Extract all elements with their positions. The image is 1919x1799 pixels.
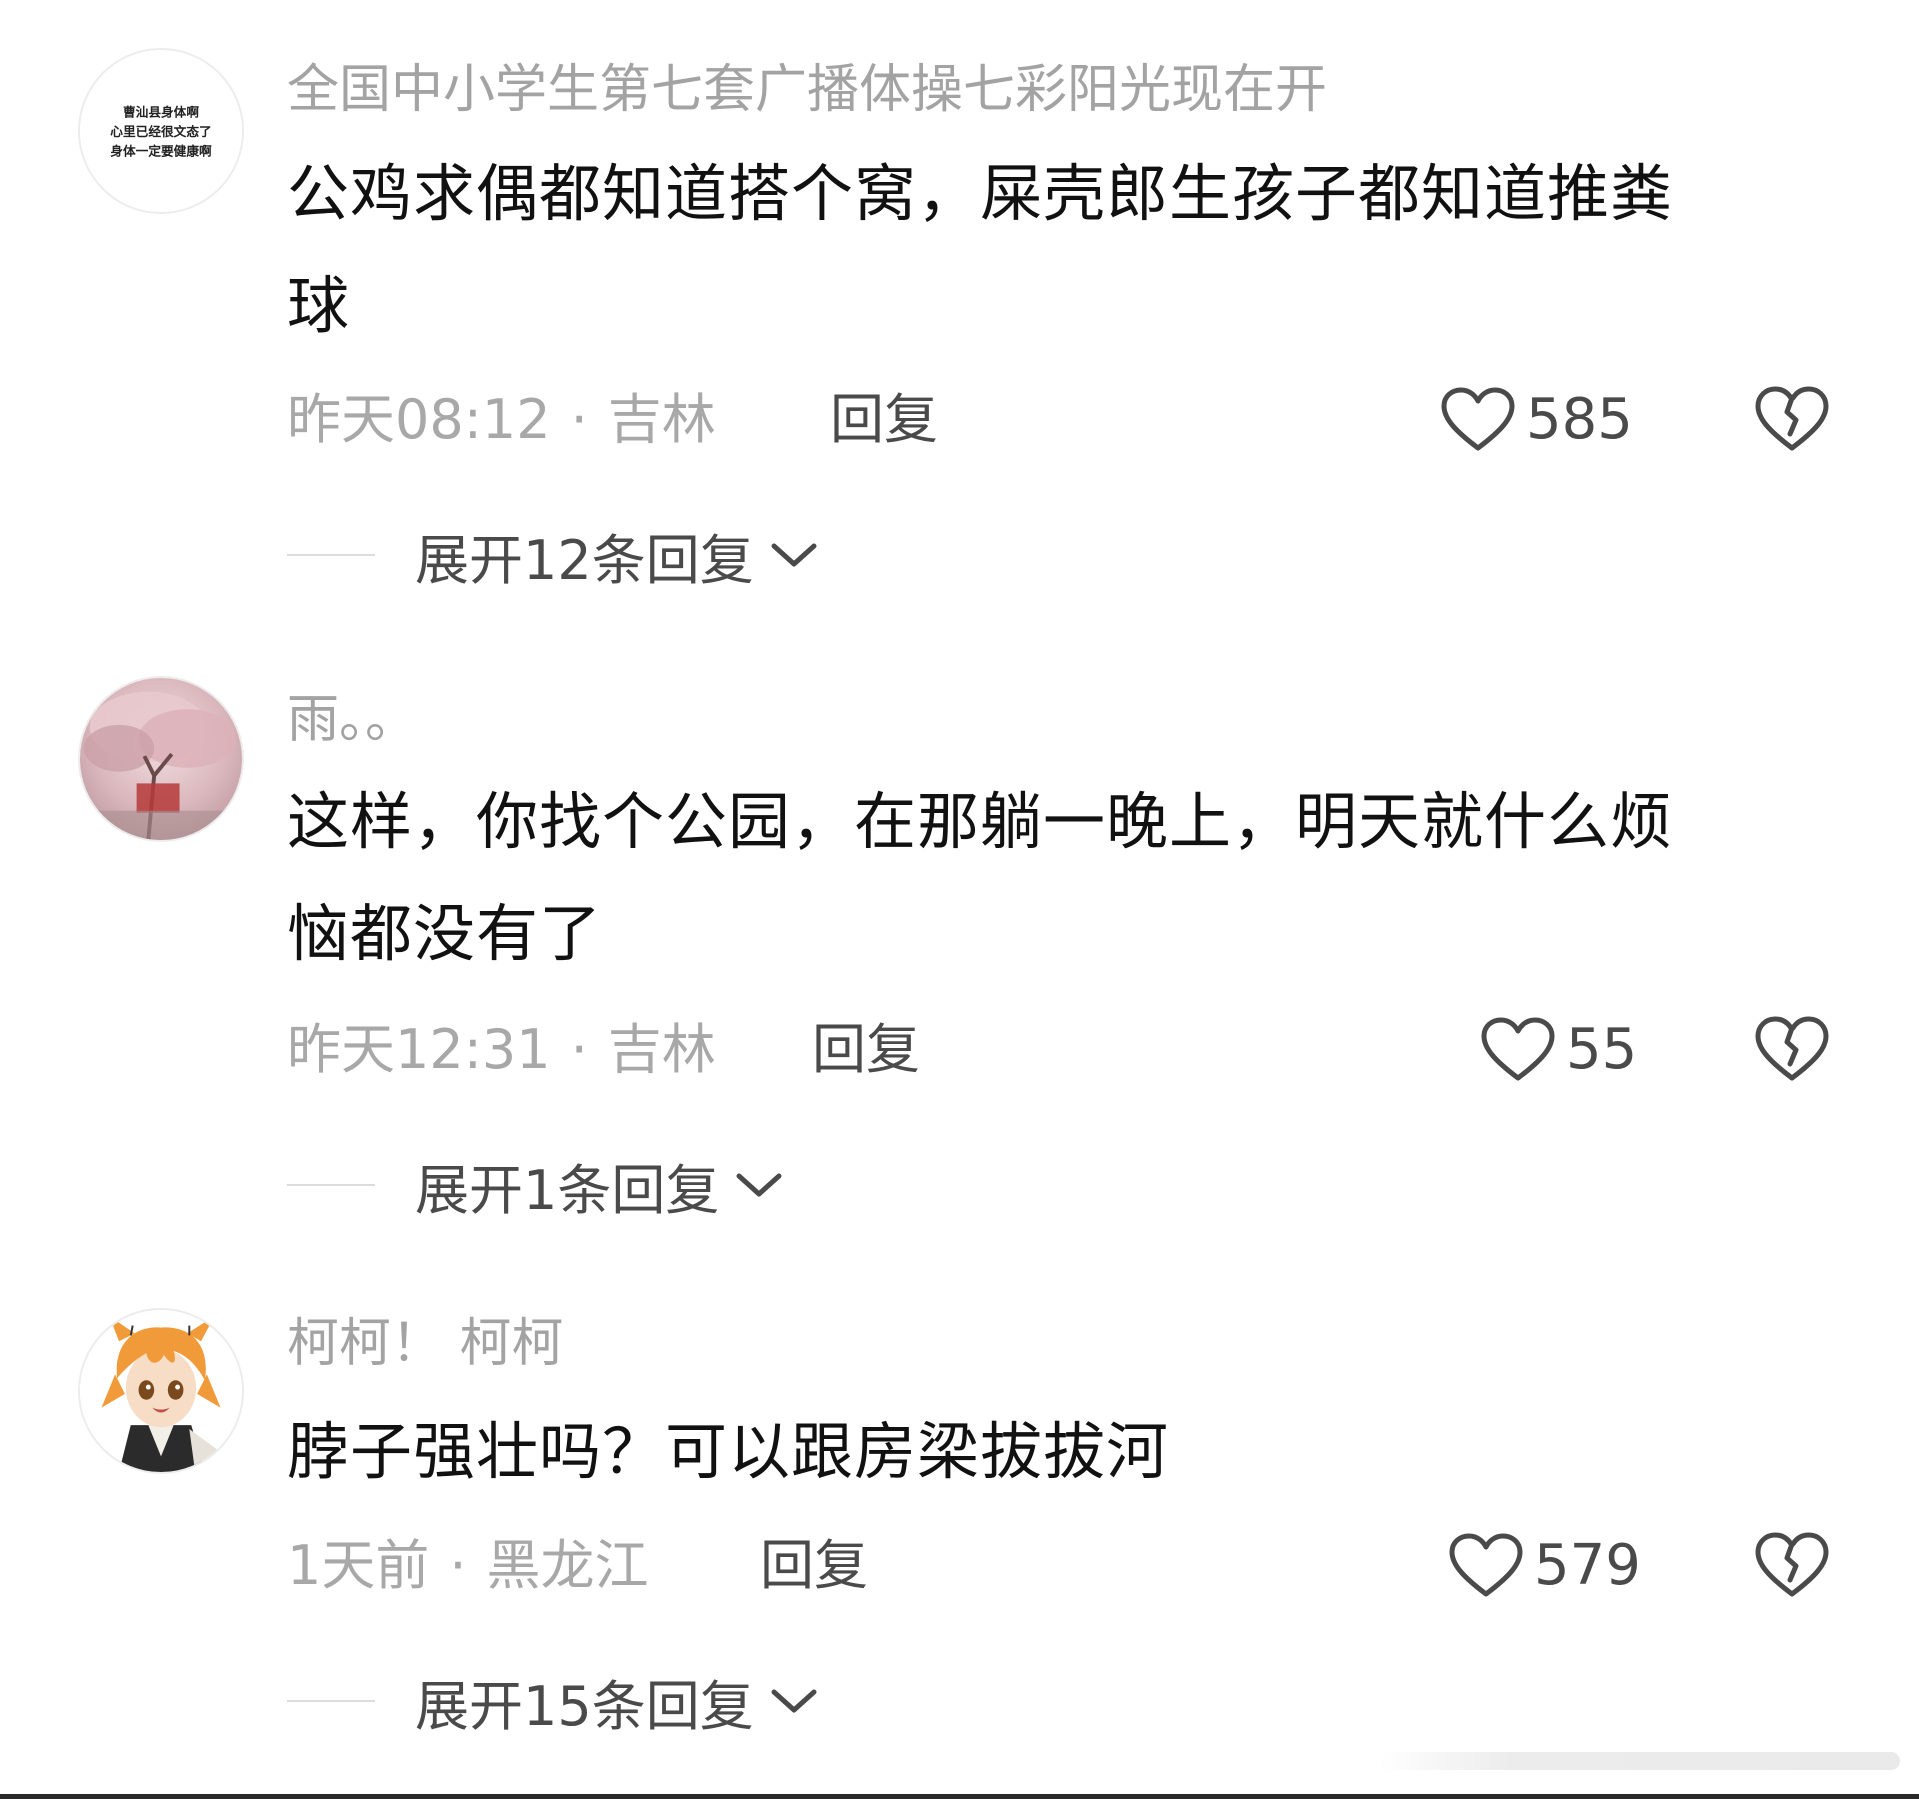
comment-time: 1天前 xyxy=(287,1534,430,1597)
username[interactable]: 柯柯！ 柯柯 xyxy=(287,1312,564,1376)
avatar-text-line: 心里已经很文态了 xyxy=(110,124,211,139)
expand-replies-label: 展开1条回复 xyxy=(415,1158,720,1222)
expand-replies-label: 展开12条回复 xyxy=(415,528,754,592)
comment-text: 这样，你找个公园，在那躺一晚上，明天就什么烦 恼都没有了 xyxy=(287,766,1847,990)
meta-separator: · xyxy=(570,388,588,451)
text-logo-avatar: 曹汕县身体啊 心里已经很文态了 身体一定要健康啊 xyxy=(80,50,242,212)
avatar-text-line: 身体一定要健康啊 xyxy=(110,143,212,158)
broken-heart-icon xyxy=(1755,1016,1829,1081)
expand-replies-row: 展开15条回复 xyxy=(287,1666,820,1738)
meta-separator: · xyxy=(570,1018,588,1081)
expand-replies-button[interactable]: 展开15条回复 xyxy=(415,1662,820,1741)
like-count: 579 xyxy=(1534,1533,1641,1598)
divider-line xyxy=(287,1184,375,1186)
avatar[interactable] xyxy=(78,676,244,842)
cherry-blossom-photo xyxy=(80,678,242,840)
chevron-down-icon xyxy=(771,543,817,567)
scroll-indicator xyxy=(1380,1752,1900,1770)
comment-text-line: 公鸡求偶都知道搭个窝，屎壳郎生孩子都知道推粪 xyxy=(287,157,1674,230)
expand-replies-label: 展开15条回复 xyxy=(415,1674,754,1738)
bottom-border xyxy=(0,1794,1919,1799)
divider-line xyxy=(287,554,375,556)
avatar[interactable]: 曹汕县身体啊 心里已经很文态了 身体一定要健康啊 xyxy=(78,48,244,214)
comment-text: 脖子强壮吗？可以跟房梁拔拔河 xyxy=(287,1396,1847,1508)
comment-text-line: 脖子强壮吗？可以跟房梁拔拔河 xyxy=(287,1415,1170,1488)
comment-meta: 昨天08:12 · 吉林 xyxy=(287,388,716,452)
like-button[interactable]: 55 xyxy=(1480,1010,1637,1090)
expand-replies-button[interactable]: 展开12条回复 xyxy=(415,516,820,595)
comment-location: 黑龙江 xyxy=(486,1534,649,1597)
like-button[interactable]: 579 xyxy=(1448,1526,1641,1606)
comment-time: 昨天12:31 xyxy=(287,1018,551,1081)
avatar[interactable] xyxy=(78,1308,244,1474)
heart-outline-icon xyxy=(1441,387,1515,451)
comment-time: 昨天08:12 xyxy=(287,388,551,451)
chevron-down-icon xyxy=(736,1173,782,1197)
avatar-text-line: 曹汕县身体啊 xyxy=(123,104,199,119)
comment-text-line: 恼都没有了 xyxy=(287,897,603,970)
meta-separator: · xyxy=(449,1534,467,1597)
divider-line xyxy=(287,1700,375,1702)
comment-meta: 1天前 · 黑龙江 xyxy=(287,1534,649,1598)
dislike-button[interactable] xyxy=(1754,1014,1830,1086)
reply-button[interactable]: 回复 xyxy=(760,1534,868,1598)
anime-character-avatar xyxy=(80,1310,242,1472)
like-count: 55 xyxy=(1566,1017,1638,1082)
like-count: 585 xyxy=(1526,387,1633,452)
like-button[interactable]: 585 xyxy=(1440,380,1633,460)
reply-button[interactable]: 回复 xyxy=(812,1018,920,1082)
comment-location: 吉林 xyxy=(607,1018,716,1081)
heart-outline-icon xyxy=(1481,1017,1555,1081)
comment-text-line: 这样，你找个公园，在那躺一晚上，明天就什么烦 xyxy=(287,785,1674,858)
username[interactable]: 全国中小学生第七套广播体操七彩阳光现在开 xyxy=(287,58,1327,122)
broken-heart-icon xyxy=(1755,386,1829,451)
heart-outline-icon xyxy=(1449,1533,1523,1597)
expand-replies-row: 展开1条回复 xyxy=(287,1150,785,1222)
reply-button[interactable]: 回复 xyxy=(830,388,938,452)
broken-heart-icon xyxy=(1755,1532,1829,1597)
comment-text-line: 球 xyxy=(287,269,351,342)
chevron-down-icon xyxy=(771,1689,817,1713)
comment-location: 吉林 xyxy=(607,388,716,451)
expand-replies-button[interactable]: 展开1条回复 xyxy=(415,1146,785,1225)
dislike-button[interactable] xyxy=(1754,384,1830,456)
comment-meta: 昨天12:31 · 吉林 xyxy=(287,1018,716,1082)
username[interactable]: 雨。。 xyxy=(287,688,417,752)
comment-text: 公鸡求偶都知道搭个窝，屎壳郎生孩子都知道推粪 球 xyxy=(287,138,1847,362)
dislike-button[interactable] xyxy=(1754,1530,1830,1602)
expand-replies-row: 展开12条回复 xyxy=(287,520,820,592)
